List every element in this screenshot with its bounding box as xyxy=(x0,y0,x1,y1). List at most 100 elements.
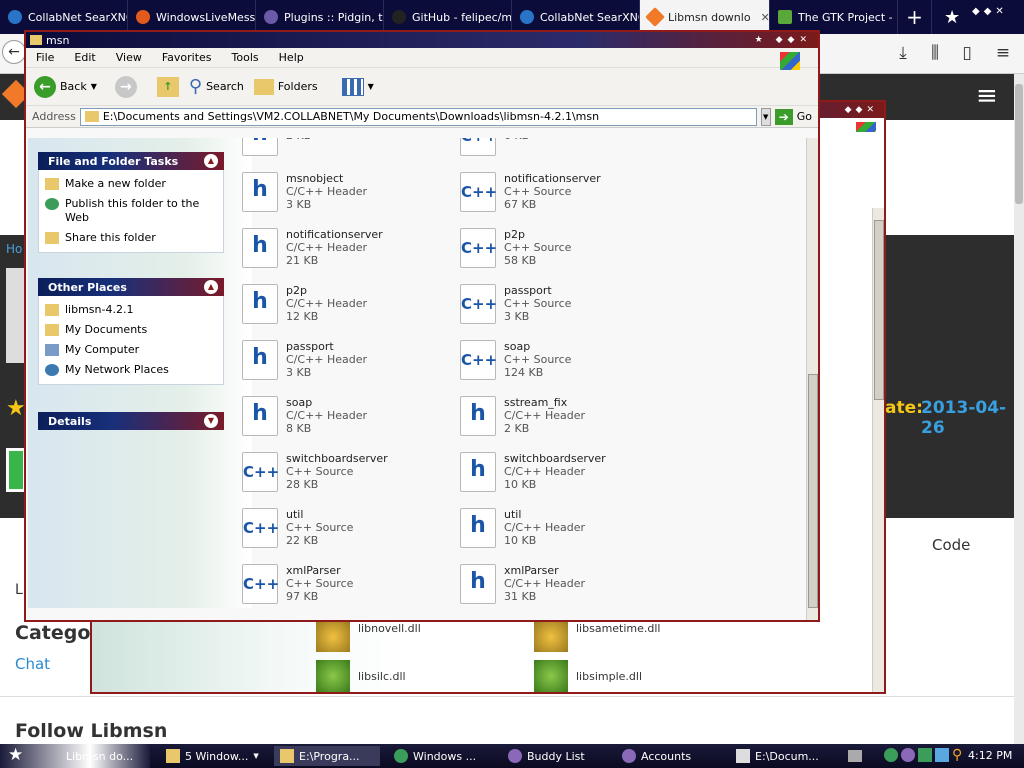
views-button[interactable]: ▼ xyxy=(341,77,374,96)
menu-icon[interactable]: ≡ xyxy=(992,42,1014,64)
taskbar-item[interactable]: E:\Docum... xyxy=(730,746,840,766)
menu-file[interactable]: File xyxy=(36,51,54,64)
file-item[interactable]: h msnobject C/C++ Header 3 KB xyxy=(242,172,452,224)
taskbar-item[interactable]: Buddy List xyxy=(502,746,612,766)
file-item[interactable]: C++ soap C++ Source 124 KB xyxy=(460,340,670,392)
file-item[interactable]: C++ passport C++ Source 3 KB xyxy=(460,284,670,336)
file-item[interactable]: libsilc.dll xyxy=(316,660,406,692)
browser-tab-active[interactable]: Libmsn downlo ✕ xyxy=(640,0,770,34)
file-name: sstream_fix xyxy=(504,396,568,409)
taskbar-item[interactable]: Accounts xyxy=(616,746,726,766)
breadcrumb[interactable]: Ho xyxy=(6,242,22,256)
browser-tab[interactable]: WindowsLiveMess xyxy=(128,0,256,34)
file-item[interactable]: h xmlParser C/C++ Header 31 KB xyxy=(460,564,670,608)
browser-scroll-thumb[interactable] xyxy=(1015,84,1023,204)
search-tray-icon[interactable]: ⚲ xyxy=(952,748,966,762)
file-item[interactable]: libsametime.dll xyxy=(534,622,661,652)
file-item[interactable]: C++ util C++ Source 22 KB xyxy=(242,508,452,560)
place-my-network[interactable]: My Network Places xyxy=(45,360,217,380)
menu-view[interactable]: View xyxy=(116,51,142,64)
file-item[interactable]: h p2p C/C++ Header 12 KB xyxy=(242,284,452,336)
place-my-documents[interactable]: My Documents xyxy=(45,320,217,340)
browser-back-icon[interactable]: ← xyxy=(2,40,26,64)
task-publish-web[interactable]: Publish this folder to the Web xyxy=(45,194,217,228)
file-item[interactable]: h notificationserver C/C++ Header 21 KB xyxy=(242,228,452,280)
place-libmsn[interactable]: libmsn-4.2.1 xyxy=(45,300,217,320)
explorer-titlebar[interactable]: msn ★ ◆◆✕ xyxy=(26,32,818,48)
browser-tab[interactable]: GitHub - felipec/m xyxy=(384,0,512,34)
category-link-chat[interactable]: Chat xyxy=(15,655,50,673)
file-item[interactable]: C++ switchboardserver C++ Source 28 KB xyxy=(242,452,452,504)
collapse-icon[interactable]: ▲ xyxy=(204,154,218,168)
taskbar-item[interactable]: Windows ... xyxy=(388,746,498,766)
file-scrollbar[interactable] xyxy=(806,138,818,620)
search-button[interactable]: ⚲ Search xyxy=(189,76,244,97)
browser-tab[interactable]: CollabNet SearXNG xyxy=(0,0,128,34)
file-item[interactable]: C++ notificationserver C++ Source 67 KB xyxy=(460,172,670,224)
file-item[interactable]: h passport C/C++ Header 3 KB xyxy=(242,340,452,392)
panel-header[interactable]: Other Places ▲ xyxy=(38,278,224,296)
file-type: C/C++ Header xyxy=(286,353,368,366)
address-input[interactable]: E:\Documents and Settings\VM2.COLLABNET\… xyxy=(79,107,757,126)
taskbar-item[interactable]: Libmsn do... xyxy=(60,746,139,766)
window-controls[interactable]: ★ ◆◆✕ xyxy=(755,35,818,45)
panel-header[interactable]: File and Folder Tasks ▲ xyxy=(38,152,224,170)
file-item[interactable]: C++ xmlParser C++ Source 97 KB xyxy=(242,564,452,608)
place-my-computer[interactable]: My Computer xyxy=(45,340,217,360)
file-item[interactable]: libsimple.dll xyxy=(534,660,642,692)
go-button[interactable]: ➔ Go xyxy=(774,108,812,125)
file-item[interactable]: h switchboardserver C/C++ Header 10 KB xyxy=(460,452,670,504)
panel-header[interactable]: Details ▼ xyxy=(38,412,224,430)
address-dropdown[interactable]: ▼ xyxy=(760,107,771,126)
scroll-thumb[interactable] xyxy=(874,220,884,400)
file-item[interactable]: libnovell.dll xyxy=(316,622,421,652)
back-window-scrollbar[interactable] xyxy=(872,208,884,692)
tab-code[interactable]: Code xyxy=(932,536,970,554)
file-item[interactable]: h C/C++ Header2 KB xyxy=(242,138,452,168)
scroll-thumb[interactable] xyxy=(808,374,818,608)
file-item[interactable]: C++ p2p C++ Source 58 KB xyxy=(460,228,670,280)
browser-tab[interactable]: Plugins :: Pidgin, t xyxy=(256,0,384,34)
file-item[interactable]: C++ C++ Source6 KB xyxy=(460,138,670,168)
library-icon[interactable]: ⫼ xyxy=(924,42,946,64)
clock[interactable]: 4:12 PM xyxy=(968,749,1012,762)
explorer-window[interactable]: msn ★ ◆◆✕ File Edit View Favorites Tools… xyxy=(24,30,820,622)
browser-scrollbar[interactable] xyxy=(1014,74,1024,744)
task-share-folder[interactable]: Share this folder xyxy=(45,228,217,248)
forward-button[interactable]: → xyxy=(114,75,137,98)
collapse-icon[interactable]: ▲ xyxy=(204,280,218,294)
keyboard-icon[interactable] xyxy=(848,750,862,762)
tray-icon[interactable] xyxy=(918,748,932,762)
folders-button[interactable]: Folders xyxy=(253,78,318,95)
window-controls[interactable]: ◆◆✕ xyxy=(845,105,878,115)
browser-tab[interactable]: CollabNet SearXNG xyxy=(512,0,640,34)
new-tab-button[interactable]: + xyxy=(898,0,932,34)
download-icon[interactable]: ⤓ xyxy=(892,42,914,64)
task-new-folder[interactable]: Make a new folder xyxy=(45,174,217,194)
file-item[interactable]: h util C/C++ Header 10 KB xyxy=(460,508,670,560)
site-icon xyxy=(136,10,150,24)
taskbar-item-active[interactable]: E:\Progra... xyxy=(274,746,380,766)
file-item[interactable]: h soap C/C++ Header 8 KB xyxy=(242,396,452,448)
window-controls[interactable]: ◆◆✕ xyxy=(972,6,1008,17)
browser-tab[interactable]: The GTK Project - xyxy=(770,0,898,34)
hamburger-menu-icon[interactable]: ≡ xyxy=(976,83,998,109)
network-tray-icon[interactable] xyxy=(884,748,898,762)
file-size: 10 KB xyxy=(504,478,537,491)
sidebar-icon[interactable]: ▯ xyxy=(956,42,978,64)
menu-help[interactable]: Help xyxy=(279,51,304,64)
file-size: 31 KB xyxy=(504,590,537,603)
menu-edit[interactable]: Edit xyxy=(74,51,95,64)
tray-icon[interactable] xyxy=(935,748,949,762)
pidgin-tray-icon[interactable] xyxy=(901,748,915,762)
file-item[interactable]: h sstream_fix C/C++ Header 2 KB xyxy=(460,396,670,448)
up-folder-button[interactable]: ↑ xyxy=(156,76,179,97)
menu-tools[interactable]: Tools xyxy=(232,51,259,64)
expand-icon[interactable]: ▼ xyxy=(204,414,218,428)
taskbar-item[interactable]: 5 Window... ▼ xyxy=(160,746,266,766)
file-details: switchboardserver C/C++ Header 10 KB xyxy=(504,452,606,504)
close-tab-icon[interactable]: ✕ xyxy=(761,11,769,24)
back-button[interactable]: ← Back ▼ xyxy=(34,75,97,98)
download-button[interactable] xyxy=(6,448,26,492)
menu-favorites[interactable]: Favorites xyxy=(162,51,212,64)
